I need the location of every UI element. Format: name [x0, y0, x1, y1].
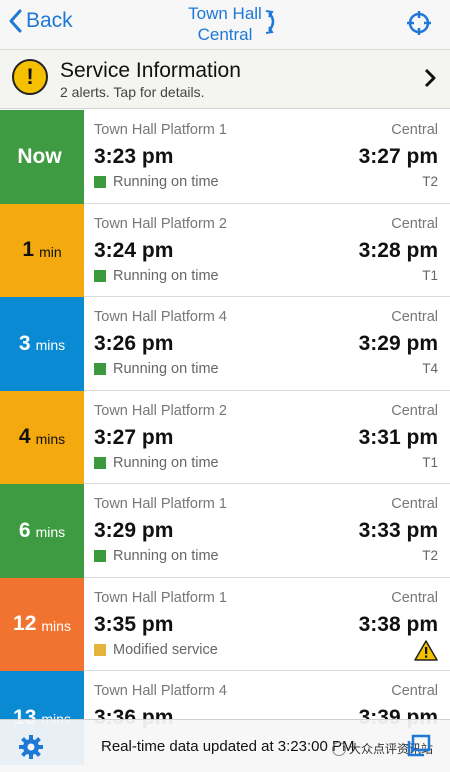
tabs-icon[interactable]: [406, 734, 432, 763]
service-status: Running on time: [94, 361, 219, 377]
countdown-value: Now: [17, 144, 62, 168]
destination-label: Central: [391, 309, 438, 325]
status-square-icon: [94, 643, 106, 656]
platform-label: Town Hall Platform 1: [94, 589, 227, 606]
locate-icon[interactable]: [406, 10, 432, 41]
countdown-unit: mins: [35, 524, 66, 541]
arrival-time: 3:33 pm: [358, 519, 438, 542]
countdown-badge: 12 mins: [0, 577, 84, 671]
trip-row[interactable]: Now Town Hall Platform 1 Central 3:23 pm…: [0, 110, 450, 204]
countdown-unit: mins: [41, 617, 71, 634]
status-text: Running on time: [113, 267, 219, 284]
status-square-icon: [94, 456, 106, 469]
swap-direction-icon[interactable]: [265, 9, 279, 41]
trip-details: Town Hall Platform 1 Central 3:35 pm 3:3…: [84, 578, 450, 671]
service-status: Running on time: [94, 268, 219, 284]
status-square-icon: [94, 176, 106, 188]
service-status: Modified service: [94, 642, 218, 658]
bottom-toolbar: Real-time data updated at 3:23:00 PM 大众点…: [0, 719, 450, 772]
destination-label: Central: [391, 683, 438, 699]
countdown-badge: 4 mins: [0, 390, 84, 484]
platform-label: Town Hall Platform 1: [94, 122, 227, 138]
trip-destination: Central: [197, 25, 253, 44]
trip-row[interactable]: 6 mins Town Hall Platform 1 Central 3:29…: [0, 484, 450, 578]
countdown-value: 3: [18, 331, 31, 355]
service-status: Running on time: [94, 455, 219, 471]
countdown-value: 4: [18, 425, 31, 449]
destination-label: Central: [391, 496, 438, 512]
service-status: Running on time: [94, 548, 219, 564]
platform-label: Town Hall Platform 4: [94, 309, 227, 325]
countdown-unit: mins: [35, 337, 66, 354]
status-square-icon: [94, 269, 106, 282]
service-subtitle: 2 alerts. Tap for details.: [60, 84, 205, 100]
destination-label: Central: [391, 402, 438, 419]
trip-title: Town Hall Central: [170, 3, 280, 45]
departure-time: 3:24 pm: [94, 238, 174, 262]
back-label: Back: [26, 9, 73, 32]
platform-label: Town Hall Platform 4: [94, 683, 227, 699]
back-button[interactable]: Back: [8, 9, 73, 33]
departure-time: 3:35 pm: [94, 612, 174, 636]
departure-time: 3:26 pm: [94, 332, 174, 355]
destination-label: Central: [391, 215, 438, 232]
status-text: Running on time: [113, 548, 219, 564]
countdown-unit: mins: [35, 430, 66, 447]
trip-list: Now Town Hall Platform 1 Central 3:23 pm…: [0, 110, 450, 765]
trip-origin: Town Hall: [188, 4, 262, 23]
countdown-badge: 1 min: [0, 203, 84, 297]
service-status: Running on time: [94, 174, 219, 190]
trip-details: Town Hall Platform 4 Central 3:26 pm 3:2…: [84, 297, 450, 391]
trip-row[interactable]: 12 mins Town Hall Platform 1 Central 3:3…: [0, 577, 450, 671]
platform-label: Town Hall Platform 2: [94, 215, 227, 232]
status-text: Running on time: [113, 174, 219, 190]
line-code: T2: [422, 174, 438, 189]
arrival-time: 3:29 pm: [358, 332, 438, 355]
status-text: Modified service: [113, 641, 218, 658]
watermark-logo: [332, 741, 346, 756]
arrival-time: 3:31 pm: [358, 425, 438, 449]
trip-details: Town Hall Platform 2 Central 3:27 pm 3:3…: [84, 391, 450, 484]
countdown-value: 12: [13, 612, 37, 636]
navigation-bar: Back Town Hall Central: [0, 0, 450, 50]
countdown-unit: min: [39, 243, 62, 260]
status-square-icon: [94, 550, 106, 562]
countdown-badge: 6 mins: [0, 484, 84, 578]
destination-label: Central: [391, 589, 438, 606]
trip-details: Town Hall Platform 2 Central 3:24 pm 3:2…: [84, 204, 450, 297]
countdown-badge: Now: [0, 110, 84, 204]
arrival-time: 3:28 pm: [358, 238, 438, 262]
service-information-banner[interactable]: ! Service Information 2 alerts. Tap for …: [0, 50, 450, 109]
destination-label: Central: [391, 122, 438, 138]
trip-details: Town Hall Platform 1 Central 3:29 pm 3:3…: [84, 484, 450, 578]
line-code: T1: [422, 267, 438, 283]
arrival-time: 3:38 pm: [358, 612, 438, 636]
countdown-badge: 3 mins: [0, 297, 84, 391]
trip-row[interactable]: 1 min Town Hall Platform 2 Central 3:24 …: [0, 203, 450, 297]
platform-label: Town Hall Platform 1: [94, 496, 227, 512]
service-title: Service Information: [60, 59, 241, 82]
departure-time: 3:29 pm: [94, 519, 174, 542]
warning-icon[interactable]: [414, 639, 438, 666]
line-code: T4: [422, 361, 438, 376]
chevron-right-icon: [424, 68, 436, 94]
trip-row[interactable]: 4 mins Town Hall Platform 2 Central 3:27…: [0, 390, 450, 484]
exclamation-icon: !: [12, 59, 48, 95]
arrival-time: 3:27 pm: [358, 145, 438, 168]
status-text: Running on time: [113, 361, 219, 377]
platform-label: Town Hall Platform 2: [94, 402, 227, 419]
trip-details: Town Hall Platform 1 Central 3:23 pm 3:2…: [84, 110, 450, 204]
chevron-left-icon: [9, 9, 22, 33]
line-code: T2: [422, 548, 438, 563]
status-square-icon: [94, 363, 106, 375]
gear-icon[interactable]: [18, 734, 44, 765]
departure-time: 3:27 pm: [94, 425, 174, 449]
line-code: T1: [422, 454, 438, 470]
countdown-value: 6: [18, 518, 31, 542]
update-status-text: Real-time data updated at 3:23:00 PM: [101, 738, 355, 755]
status-text: Running on time: [113, 454, 219, 471]
trip-row[interactable]: 3 mins Town Hall Platform 4 Central 3:26…: [0, 297, 450, 391]
departure-time: 3:23 pm: [94, 145, 174, 168]
countdown-value: 1: [22, 238, 35, 262]
